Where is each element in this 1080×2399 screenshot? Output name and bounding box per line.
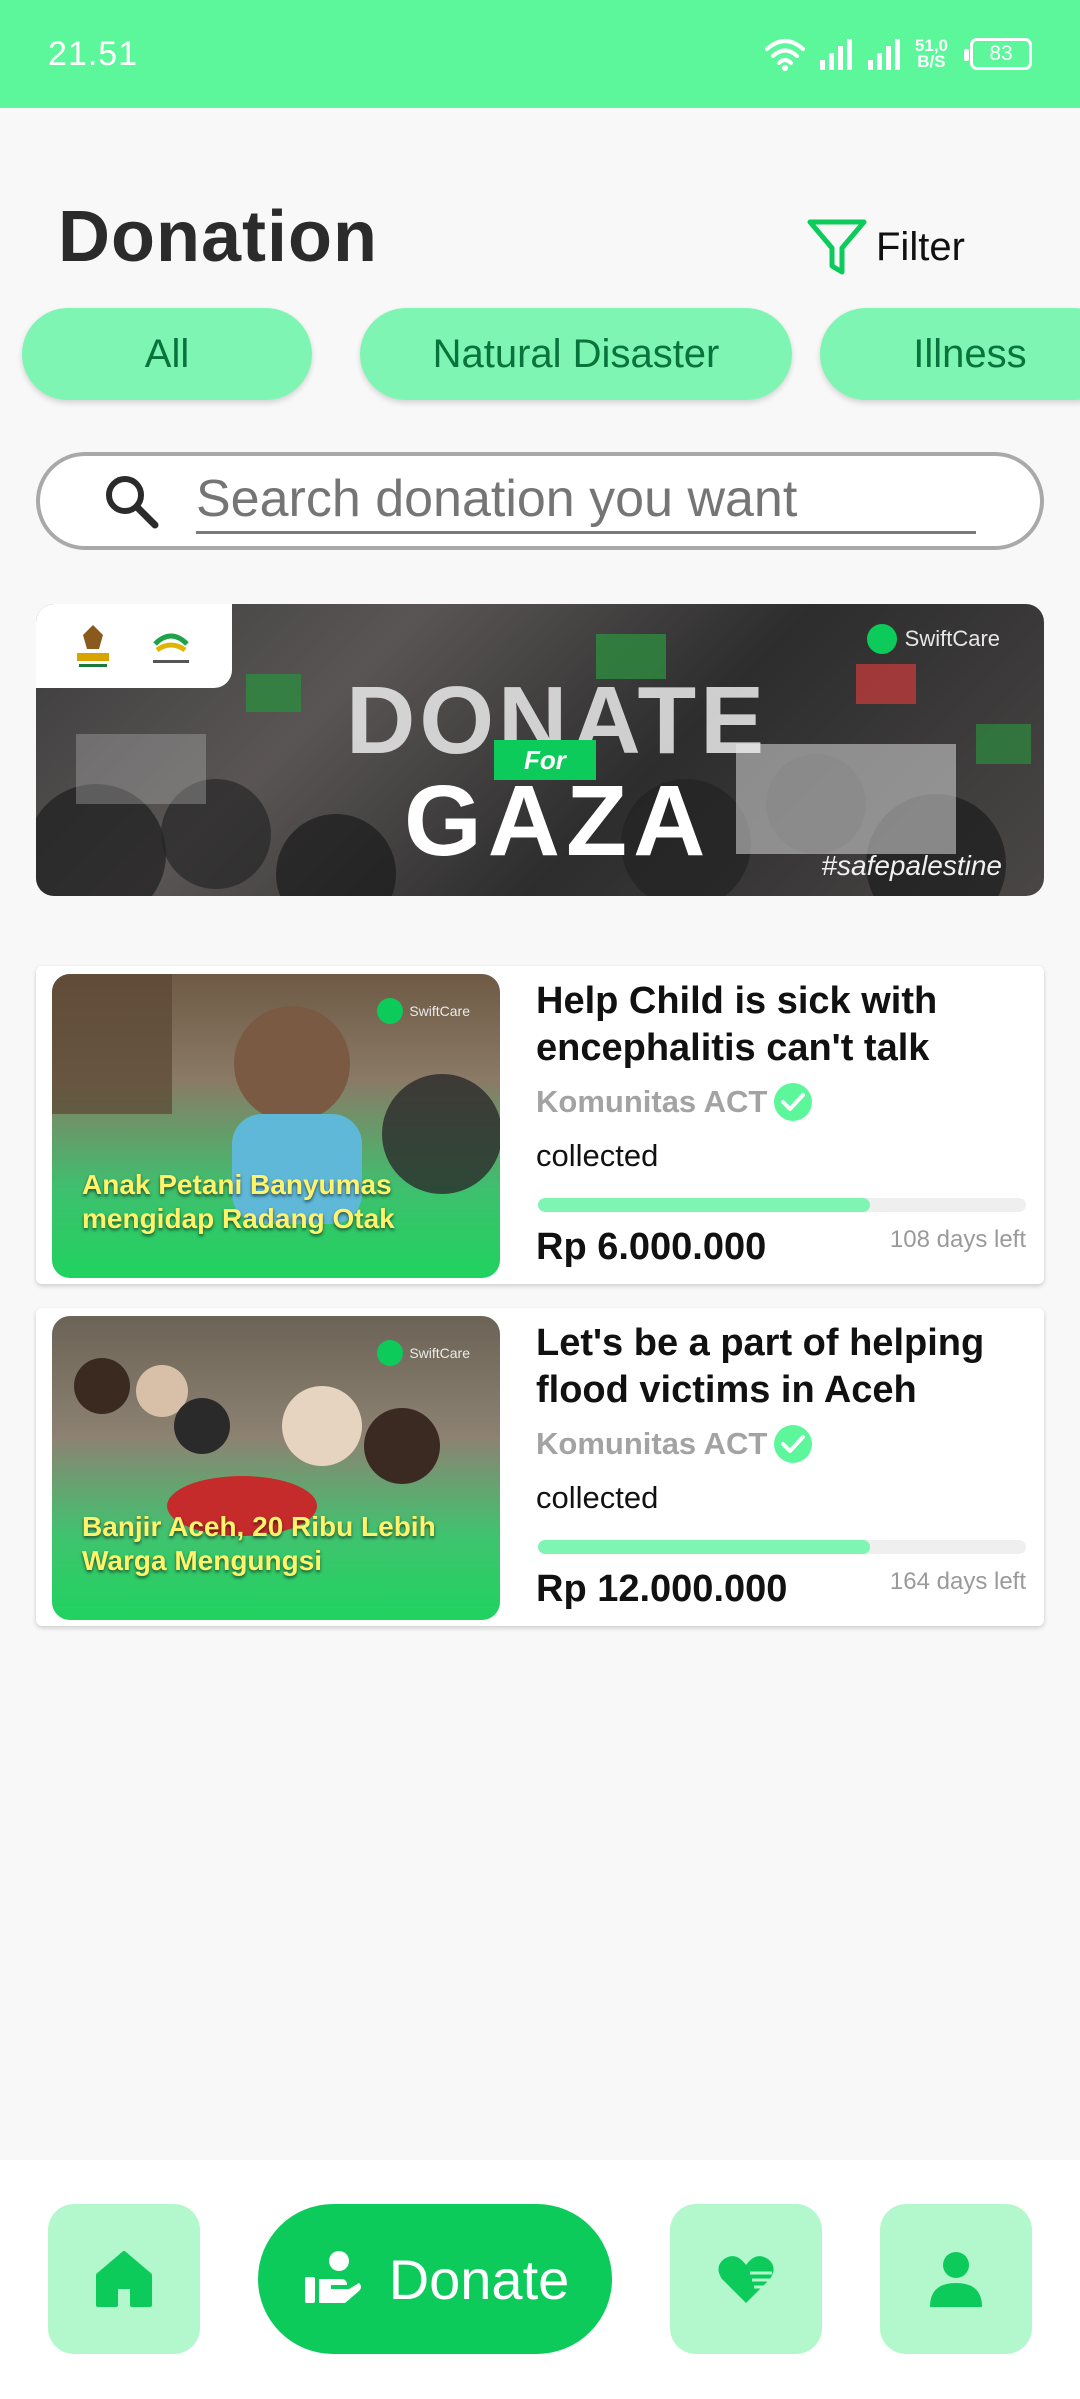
net-speed-unit: B/S [917,52,946,71]
home-icon [96,2251,152,2307]
donation-card[interactable]: SwiftCare Anak Petani Banyumas mengidap … [36,966,1044,1284]
donation-card[interactable]: SwiftCare Banjir Aceh, 20 Ribu Lebih War… [36,1308,1044,1626]
donation-organizer: Komunitas ACT [536,1082,813,1122]
brand-logo-icon [377,998,404,1024]
brand-logo-icon [377,1340,404,1366]
chip-all[interactable]: All [22,308,312,400]
user-icon [930,2252,982,2307]
nav-donate-label: Donate [388,2247,570,2311]
brand-logo-icon [866,624,897,654]
image-brand-name: SwiftCare [409,1345,470,1361]
donation-progress [538,1198,1026,1212]
chip-natural-disaster[interactable]: Natural Disaster [360,308,792,400]
page-title: Donation [58,197,378,277]
donation-progress [538,1540,1026,1554]
filter-label: Filter [876,224,965,269]
collected-label: collected [536,1138,659,1173]
banner-headline-for: For [494,740,596,780]
baznas-logo [77,625,109,667]
status-icons: 51,0 B/S 83 [764,37,1032,71]
donation-progress-fill [538,1198,870,1212]
nav-favorites-button[interactable] [670,2204,822,2354]
hand-donate-icon [304,2251,361,2303]
status-time: 21.51 [48,34,139,73]
nav-home-button[interactable] [48,2204,200,2354]
image-caption: Banjir Aceh, 20 Ribu Lebih Warga Mengung… [82,1511,436,1576]
donation-amount: Rp 6.000.000 [536,1226,767,1268]
donation-progress-fill [538,1540,870,1554]
nav-profile-button[interactable] [880,2204,1032,2354]
days-left: 164 days left [889,1568,1026,1595]
category-chips: All Natural Disaster Illness [0,308,1080,400]
nav-donate-button[interactable]: Donate [258,2204,612,2354]
bottom-nav: Donate [0,2160,1080,2399]
image-brand: SwiftCare [377,998,470,1024]
promo-banner[interactable]: SwiftCare DONATE GAZA For #safepalestine [36,604,1044,896]
chip-illness[interactable]: Illness [820,308,1080,400]
donation-organizer: Komunitas ACT [536,1424,813,1464]
wifi-icon [764,39,805,71]
verified-check-icon [774,1425,813,1463]
collected-label: collected [536,1480,659,1515]
donation-image: SwiftCare Anak Petani Banyumas mengidap … [52,974,500,1278]
filter-button[interactable]: Filter [806,212,965,282]
search-icon [106,476,159,529]
banner-brand: SwiftCare [866,624,1000,654]
donation-amount: Rp 12.000.000 [536,1568,788,1610]
verified-check-icon [774,1083,813,1121]
banner-hashtag: #safepalestine [821,850,1002,881]
status-bar: 21.51 51,0 B/S 83 [0,0,1080,108]
banner-brand-name: SwiftCare [904,626,1000,651]
banner-headline-bottom: GAZA [404,765,712,877]
net-speed: 51,0 B/S [915,37,948,71]
partner-logo [153,633,189,663]
image-brand-name: SwiftCare [409,1003,470,1019]
organizer-name: Komunitas ACT [536,1426,768,1461]
search-input[interactable] [196,468,976,534]
donation-title: Help Child is sick with encephalitis can… [536,980,938,1069]
donation-title: Let's be a part of helping flood victims… [536,1322,985,1411]
heart-icon [718,2256,774,2303]
banner-partner-logos [36,604,232,688]
search-bar[interactable] [36,452,1044,550]
battery-indicator: 83 [964,38,1032,70]
image-brand: SwiftCare [377,1340,470,1366]
signal-icon-2 [867,39,900,70]
donation-image: SwiftCare Banjir Aceh, 20 Ribu Lebih War… [52,1316,500,1620]
signal-icon [819,39,852,70]
filter-icon [807,219,867,275]
image-caption: Anak Petani Banyumas mengidap Radang Ota… [82,1169,395,1234]
organizer-name: Komunitas ACT [536,1084,768,1119]
days-left: 108 days left [889,1226,1026,1253]
